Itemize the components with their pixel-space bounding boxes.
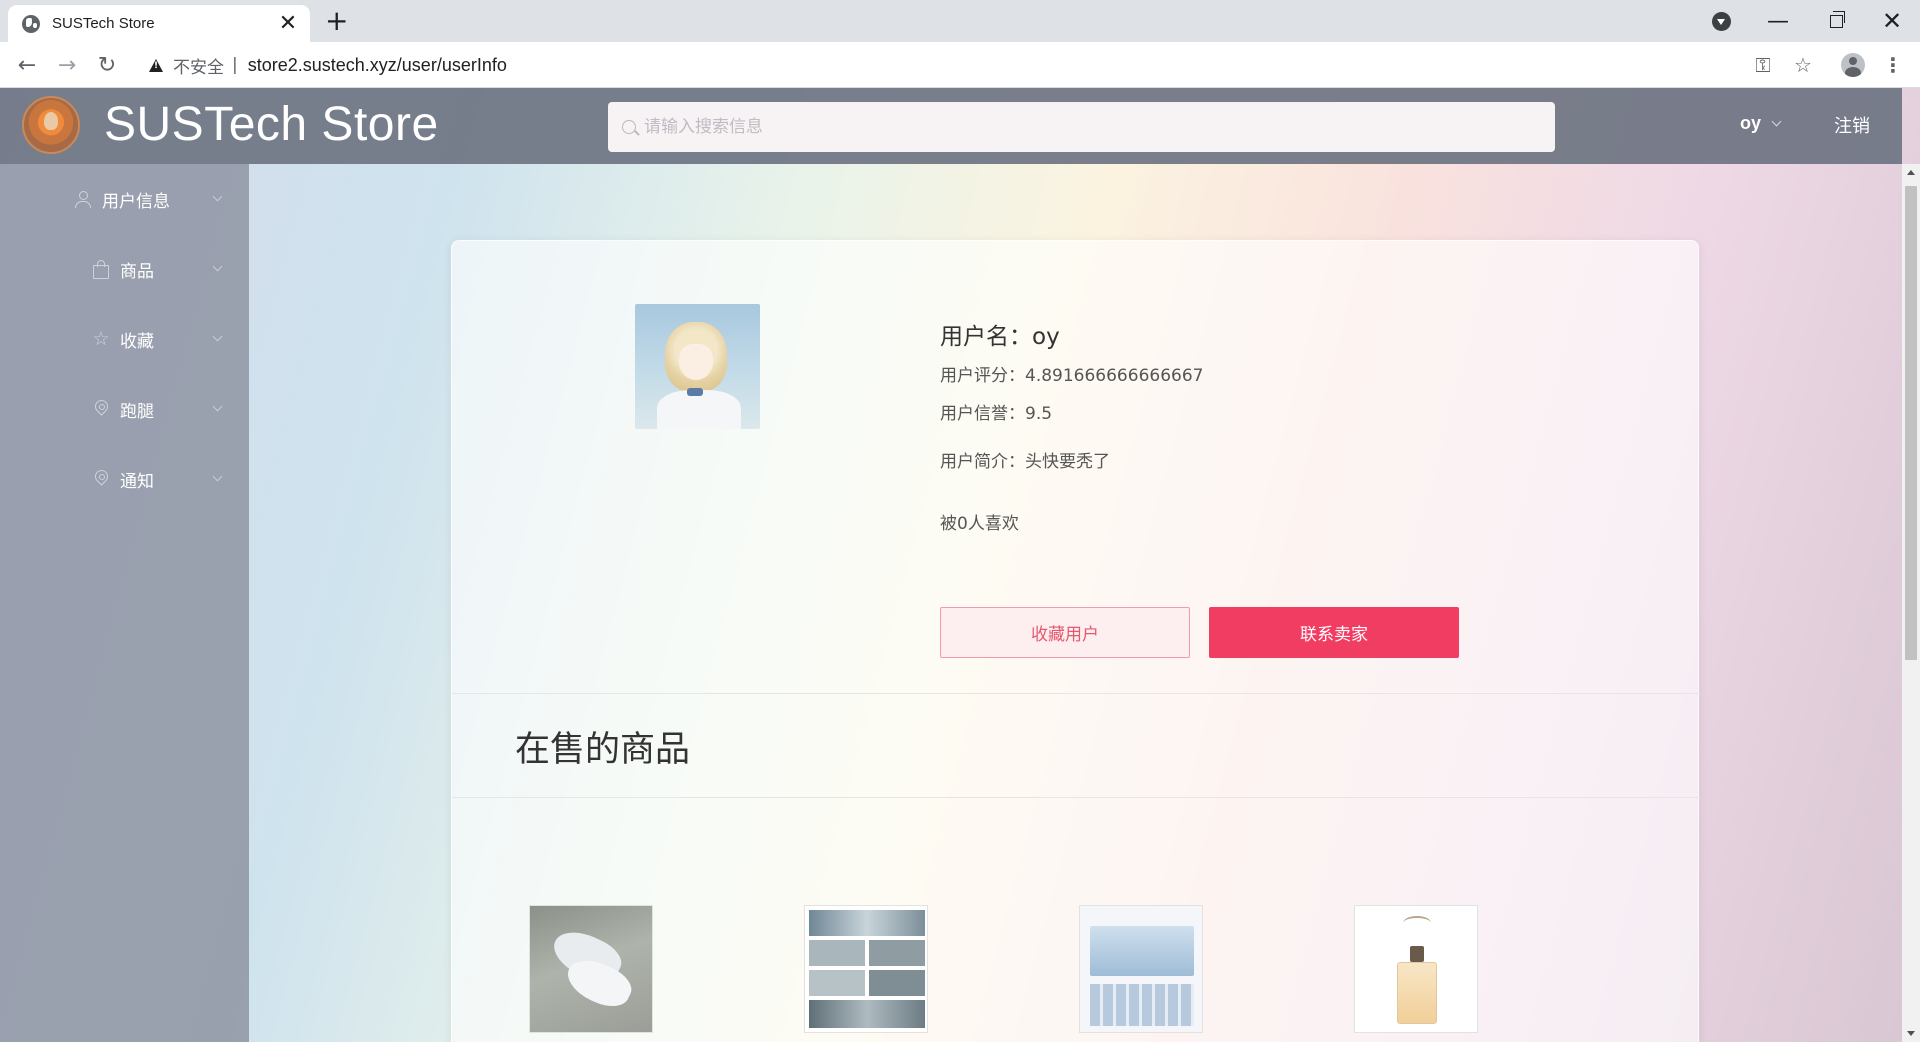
browser-tab[interactable]: SUSTech Store ✕ bbox=[8, 5, 310, 42]
menu-icon[interactable]: ⋮ bbox=[1880, 52, 1906, 78]
product-thumbnail-collage[interactable] bbox=[804, 905, 928, 1033]
location-icon bbox=[92, 400, 110, 418]
reload-icon[interactable]: ↻ bbox=[92, 50, 122, 80]
sidebar-item-errands[interactable]: 跑腿 bbox=[0, 389, 249, 429]
restore-icon[interactable] bbox=[1822, 0, 1850, 42]
bookmark-star-icon[interactable]: ☆ bbox=[1790, 52, 1816, 78]
chevron-down-icon bbox=[212, 261, 223, 272]
bio-line: 用户简介：头快要秃了 bbox=[940, 452, 1110, 472]
sidebar-item-label: 商品 bbox=[120, 261, 154, 282]
forward-icon[interactable]: → bbox=[52, 50, 82, 80]
chevron-down-icon bbox=[1771, 116, 1782, 127]
favorite-user-button[interactable]: 收藏用户 bbox=[940, 607, 1190, 658]
search-icon bbox=[622, 120, 636, 134]
search-input[interactable] bbox=[644, 117, 1524, 137]
profile-card: 用户名：oy 用户评分：4.891666666666667 用户信誉：9.5 用… bbox=[451, 240, 1700, 1042]
sidebar-item-goods[interactable]: 商品 bbox=[0, 249, 249, 289]
sidebar-item-label: 用户信息 bbox=[102, 191, 170, 212]
key-icon[interactable]: ⚿ bbox=[1750, 52, 1776, 78]
bag-icon bbox=[92, 260, 110, 279]
scroll-down-icon[interactable] bbox=[1907, 1031, 1915, 1036]
page-viewport: SUSTech Store oy 注销 用户信息 商品 ☆ 收藏 跑腿 bbox=[0, 88, 1920, 1042]
star-icon: ☆ bbox=[92, 328, 110, 350]
username-line: 用户名：oy bbox=[940, 324, 1060, 350]
on-sale-title: 在售的商品 bbox=[515, 730, 691, 770]
sidebar: 用户信息 商品 ☆ 收藏 跑腿 通知 bbox=[0, 164, 249, 1042]
download-status-icon[interactable] bbox=[1712, 12, 1731, 31]
product-thumbnail-document[interactable] bbox=[1079, 905, 1203, 1033]
product-thumbnail-shoes[interactable] bbox=[529, 905, 653, 1033]
chevron-down-icon bbox=[212, 331, 223, 342]
chevron-down-icon bbox=[212, 401, 223, 412]
avatar bbox=[635, 304, 760, 429]
tab-title: SUSTech Store bbox=[52, 15, 155, 32]
sidebar-item-label: 收藏 bbox=[120, 331, 154, 352]
username-label: oy bbox=[1740, 113, 1762, 133]
sidebar-item-user-info[interactable]: 用户信息 bbox=[0, 179, 249, 219]
chevron-down-icon bbox=[212, 471, 223, 482]
product-thumbnail-perfume[interactable] bbox=[1354, 905, 1478, 1033]
address-bar[interactable]: 不安全 | store2.sustech.xyz/user/userInfo bbox=[137, 49, 1837, 81]
likes-line: 被0人喜欢 bbox=[940, 514, 1019, 534]
browser-toolbar: ← → ↻ 不安全 | store2.sustech.xyz/user/user… bbox=[0, 42, 1920, 88]
user-info: 用户名：oy 用户评分：4.891666666666667 用户信誉：9.5 用… bbox=[940, 317, 1203, 535]
scroll-up-icon[interactable] bbox=[1907, 170, 1915, 175]
search-bar[interactable] bbox=[608, 102, 1555, 152]
back-icon[interactable]: ← bbox=[12, 50, 42, 80]
location-icon bbox=[92, 470, 110, 488]
sidebar-item-label: 跑腿 bbox=[120, 401, 154, 422]
new-tab-icon[interactable]: + bbox=[325, 6, 348, 36]
app-header: SUSTech Store oy 注销 bbox=[0, 88, 1902, 164]
sidebar-item-favorites[interactable]: ☆ 收藏 bbox=[0, 319, 249, 359]
user-menu[interactable]: oy bbox=[1740, 113, 1782, 134]
divider bbox=[452, 693, 1700, 694]
chevron-down-icon bbox=[212, 191, 223, 202]
window-close-icon[interactable]: ✕ bbox=[1878, 0, 1906, 42]
minimize-icon[interactable]: — bbox=[1764, 0, 1792, 42]
browser-tabstrip: SUSTech Store ✕ + — ✕ bbox=[0, 0, 1920, 42]
logout-link[interactable]: 注销 bbox=[1834, 112, 1870, 138]
brand-title[interactable]: SUSTech Store bbox=[104, 96, 439, 154]
user-icon bbox=[74, 190, 92, 208]
sustech-logo[interactable] bbox=[22, 96, 80, 154]
divider bbox=[452, 797, 1700, 798]
globe-icon bbox=[22, 14, 40, 33]
url-text[interactable]: store2.sustech.xyz/user/userInfo bbox=[248, 55, 507, 76]
security-label[interactable]: 不安全 bbox=[173, 53, 224, 78]
page-scrollbar[interactable] bbox=[1902, 164, 1920, 1042]
url-separator: | bbox=[232, 55, 238, 75]
sidebar-item-notifications[interactable]: 通知 bbox=[0, 459, 249, 499]
rating-line: 用户评分：4.891666666666667 bbox=[940, 366, 1204, 386]
sidebar-item-label: 通知 bbox=[120, 471, 154, 492]
tab-close-icon[interactable]: ✕ bbox=[278, 12, 298, 35]
profile-icon[interactable] bbox=[1840, 52, 1866, 78]
credit-line: 用户信誉：9.5 bbox=[940, 404, 1053, 424]
contact-seller-button[interactable]: 联系卖家 bbox=[1209, 607, 1459, 658]
warning-icon[interactable] bbox=[149, 58, 163, 72]
scroll-thumb[interactable] bbox=[1905, 186, 1917, 660]
